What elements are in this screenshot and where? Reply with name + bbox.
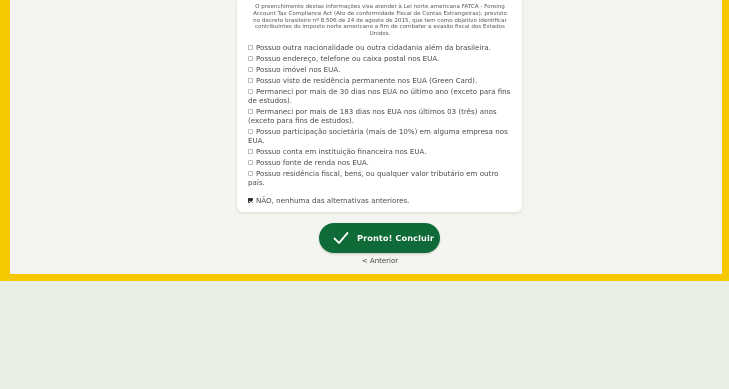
option-us-address[interactable]: Possuo endereço, telefone ou caixa posta… (248, 54, 516, 64)
submit-button-label: Pronto! Concluir (357, 233, 435, 243)
option-label: Permaneci por mais de 183 dias nos EUA n… (248, 107, 497, 125)
checkbox[interactable] (248, 78, 253, 84)
option-label: Possuo residência fiscal, bens, ou qualq… (248, 168, 499, 187)
fatca-options: Possuo outra nacionalidade ou outra cida… (248, 43, 516, 208)
fatca-intro-text: O preenchimento destas informações visa … (253, 4, 507, 38)
option-company-share[interactable]: Possuo participação societária (mais de … (248, 126, 516, 145)
option-label: NÃO, nenhuma das alternativas anteriores… (256, 196, 410, 206)
checkmark-icon (333, 232, 349, 244)
option-label: Possuo fonte de renda nos EUA. (256, 157, 369, 167)
checkbox[interactable] (248, 128, 253, 134)
option-label: Possuo participação societária (mais de … (248, 126, 508, 145)
option-label: Possuo endereço, telefone ou caixa posta… (256, 54, 440, 64)
checkbox[interactable] (248, 45, 253, 50)
option-us-income[interactable]: Possuo fonte de renda nos EUA. (248, 157, 516, 168)
option-183-days[interactable]: Permaneci por mais de 183 dias nos EUA n… (248, 107, 516, 125)
option-none[interactable]: NÃO, nenhuma das alternativas anteriores… (248, 197, 516, 206)
previous-link[interactable]: < Anterior (350, 257, 410, 265)
fatca-card: O preenchimento destas informações visa … (237, 0, 522, 212)
checkbox[interactable] (248, 89, 253, 95)
checkbox[interactable] (248, 109, 253, 115)
checkbox[interactable] (248, 67, 253, 73)
option-green-card[interactable]: Possuo visto de residência permanente no… (248, 76, 516, 86)
option-label: Possuo conta em instituição financeira n… (256, 146, 427, 156)
option-us-property[interactable]: Possuo imóvel nos EUA. (248, 65, 516, 75)
submit-button[interactable]: Pronto! Concluir (319, 223, 440, 253)
checkbox-checked[interactable] (248, 198, 253, 204)
checkbox[interactable] (248, 56, 253, 62)
option-us-bank-account[interactable]: Possuo conta em instituição financeira n… (248, 146, 516, 157)
option-30-days[interactable]: Permaneci por mais de 30 dias nos EUA no… (248, 88, 516, 105)
option-other-nationality[interactable]: Possuo outra nacionalidade ou outra cida… (248, 43, 516, 53)
checkbox[interactable] (248, 148, 253, 154)
option-label: Possuo imóvel nos EUA. (256, 65, 341, 75)
yellow-frame: O preenchimento destas informações visa … (0, 0, 729, 281)
checkbox[interactable] (248, 170, 253, 176)
option-label: Possuo outra nacionalidade ou outra cida… (256, 43, 491, 52)
option-fiscal-residence[interactable]: Possuo residência fiscal, bens, ou qualq… (248, 168, 516, 187)
option-label: Permaneci por mais de 30 dias nos EUA no… (248, 87, 511, 106)
option-label: Possuo visto de residência permanente no… (256, 76, 478, 86)
content-area: O preenchimento destas informações visa … (10, 0, 722, 274)
checkbox[interactable] (248, 159, 253, 165)
